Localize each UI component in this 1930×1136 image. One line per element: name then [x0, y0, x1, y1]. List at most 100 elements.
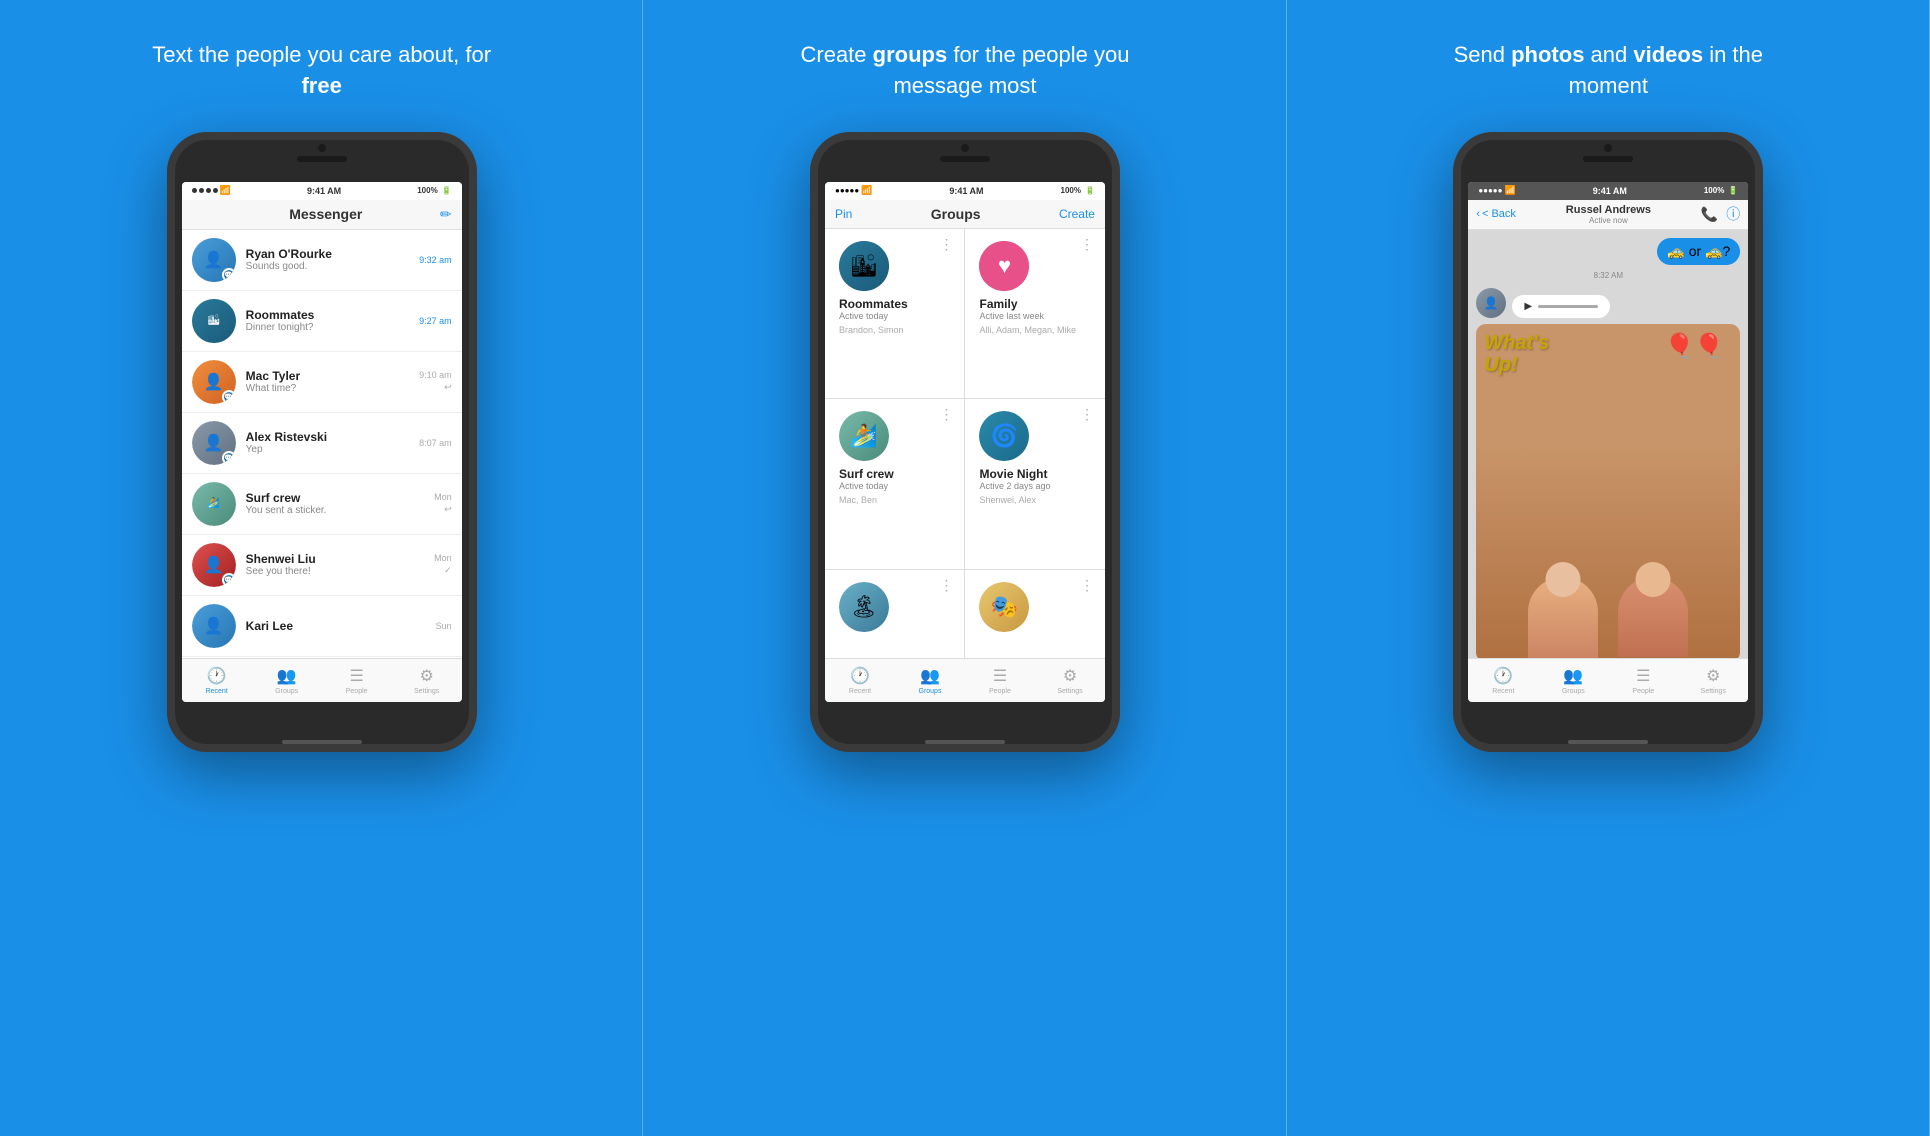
group-name: Movie Night [979, 467, 1091, 481]
list-item[interactable]: 👤 💬 Shenwei Liu See you there! Mon ✓ [182, 535, 462, 596]
groups-header: Pin Groups Create [825, 200, 1105, 229]
compose-icon[interactable]: ✏ [440, 206, 452, 223]
screen-2: ●●●●● 📶 9:41 AM 100% 🔋 Pin Groups Create [825, 182, 1105, 702]
status-bar-3: ●●●●● 📶 9:41 AM 100% 🔋 [1468, 182, 1748, 200]
iphone-2: ●●●●● 📶 9:41 AM 100% 🔋 Pin Groups Create [810, 132, 1120, 752]
tab-settings-2[interactable]: ⚙ Settings [1035, 659, 1105, 702]
tab-settings[interactable]: ⚙ Settings [392, 659, 462, 702]
tab-bar-2: 🕐 Recent 👥 Groups ☰ People ⚙ Settings [825, 658, 1105, 702]
group-avatar-surf: 🏄 [839, 411, 889, 461]
avatar: 🏙 [192, 299, 236, 343]
avatar: 👤 [192, 604, 236, 648]
recent-icon-2: 🕐 [850, 666, 870, 686]
tab-bar-1: 🕐 Recent 👥 Groups ☰ People ⚙ Settings [182, 658, 462, 702]
msg-meta: Sun [436, 621, 452, 631]
msg-content: Roommates Dinner tonight? [246, 308, 409, 333]
msg-meta: 9:32 am [419, 255, 452, 265]
group-menu-icon[interactable]: ⋮ [1080, 237, 1095, 251]
selfie-image [1476, 442, 1740, 662]
list-item[interactable]: 🏄 Surf crew You sent a sticker. Mon ↩ [182, 474, 462, 535]
group-menu-icon[interactable]: ⋮ [939, 407, 954, 421]
group-menu-icon[interactable]: ⋮ [939, 237, 954, 251]
group-menu-icon[interactable]: ⋮ [1080, 578, 1095, 592]
msg-content: Ryan O'Rourke Sounds good. [246, 247, 409, 272]
recent-icon-3: 🕐 [1493, 666, 1513, 686]
group-cell-roommates[interactable]: ⋮ 🏙 Roommates Active today Brandon, Simo… [825, 229, 965, 399]
chat-timestamp: 8:32 AM [1468, 265, 1748, 286]
people-icon-2: ☰ [993, 666, 1007, 686]
status-time-1: 9:41 AM [307, 186, 341, 196]
tab-recent-2[interactable]: 🕐 Recent [825, 659, 895, 702]
tab-recent-3[interactable]: 🕐 Recent [1468, 659, 1538, 702]
list-item[interactable]: 👤 Kari Lee Sun [182, 596, 462, 657]
msg-content: Surf crew You sent a sticker. [246, 491, 424, 516]
tab-groups[interactable]: 👥 Groups [252, 659, 322, 702]
msg-name: Mac Tyler [246, 369, 409, 383]
tab-people-label-3: People [1632, 688, 1654, 695]
chat-contact-name: Russel Andrews [1566, 204, 1651, 216]
messenger-badge: 💬 [222, 451, 236, 465]
msg-time: 9:10 am [419, 370, 452, 380]
list-item[interactable]: 👤 💬 Ryan O'Rourke Sounds good. 9:32 am [182, 230, 462, 291]
msg-time: 8:07 am [419, 438, 452, 448]
list-item[interactable]: 🏙 Roommates Dinner tonight? 9:27 am [182, 291, 462, 352]
iphone-2-home-bar [925, 740, 1005, 744]
msg-name: Kari Lee [246, 619, 426, 633]
groups-icon: 👥 [277, 666, 297, 686]
msg-check: ↩ [444, 504, 452, 515]
status-time-3: 9:41 AM [1593, 186, 1627, 196]
group-cell-movie[interactable]: ⋮ 🌀 Movie Night Active 2 days ago Shenwe… [965, 399, 1105, 569]
chat-action-icons: 📞 ⓘ [1701, 204, 1740, 224]
group-avatar-movie: 🌀 [979, 411, 1029, 461]
group-status: Active today [839, 481, 951, 491]
list-item[interactable]: 👤 💬 Mac Tyler What time? 9:10 am ↩ [182, 352, 462, 413]
groups-icon-3: 👥 [1563, 666, 1583, 686]
info-icon[interactable]: ⓘ [1726, 204, 1740, 224]
tab-groups-3[interactable]: 👥 Groups [1538, 659, 1608, 702]
msg-content: Alex Ristevski Yep [246, 430, 409, 455]
msg-preview: You sent a sticker. [246, 505, 424, 516]
chat-header: ‹ < Back Russel Andrews Active now 📞 ⓘ [1468, 200, 1748, 230]
chat-contact-info: Russel Andrews Active now [1566, 204, 1651, 225]
iphone-1-top [297, 144, 347, 162]
tab-recent[interactable]: 🕐 Recent [182, 659, 252, 702]
tab-people[interactable]: ☰ People [322, 659, 392, 702]
groups-icon-2: 👥 [920, 666, 940, 686]
msg-content: Shenwei Liu See you there! [246, 552, 424, 577]
group-cell-surf[interactable]: ⋮ 🏄 Surf crew Active today Mac, Ben [825, 399, 965, 569]
tab-people-label-2: People [989, 688, 1011, 695]
msg-check: ↩ [444, 382, 452, 393]
tab-groups-2[interactable]: 👥 Groups [895, 659, 965, 702]
panel-3-title: Send photos and videos in the moment [1418, 40, 1798, 102]
group-menu-icon[interactable]: ⋮ [1080, 407, 1095, 421]
back-button[interactable]: ‹ < Back [1476, 208, 1516, 220]
panel-2-title: Create groups for the people you message… [775, 40, 1155, 102]
msg-preview: See you there! [246, 566, 424, 577]
group-cell-family[interactable]: ⋮ ♥ Family Active last week Alli, Adam, … [965, 229, 1105, 399]
status-time-2: 9:41 AM [949, 186, 983, 196]
tab-people-3[interactable]: ☰ People [1608, 659, 1678, 702]
messenger-badge: 💬 [222, 390, 236, 404]
panel-1: Text the people you care about, for free… [0, 0, 643, 1136]
groups-title: Groups [931, 206, 981, 222]
msg-name: Shenwei Liu [246, 552, 424, 566]
tab-people-2[interactable]: ☰ People [965, 659, 1035, 702]
list-item[interactable]: 👤 💬 Alex Ristevski Yep 8:07 am [182, 413, 462, 474]
msg-preview: Dinner tonight? [246, 322, 409, 333]
msg-time: Mon [434, 553, 452, 563]
call-icon[interactable]: 📞 [1701, 206, 1718, 223]
create-button[interactable]: Create [1059, 207, 1095, 221]
groups-grid: ⋮ 🏙 Roommates Active today Brandon, Simo… [825, 229, 1105, 702]
avatar: 👤 💬 [192, 543, 236, 587]
messenger-title: Messenger [212, 206, 440, 222]
msg-time: 9:32 am [419, 255, 452, 265]
tab-settings-3[interactable]: ⚙ Settings [1678, 659, 1748, 702]
tab-people-label: People [346, 688, 368, 695]
group-members: Mac, Ben [839, 495, 951, 505]
msg-meta: 9:27 am [419, 316, 452, 326]
group-menu-icon[interactable]: ⋮ [939, 578, 954, 592]
group-name: Roommates [839, 297, 951, 311]
avatar: 👤 💬 [192, 238, 236, 282]
signal-dots-2: ●●●●● 📶 [835, 185, 872, 196]
pin-button[interactable]: Pin [835, 207, 852, 221]
